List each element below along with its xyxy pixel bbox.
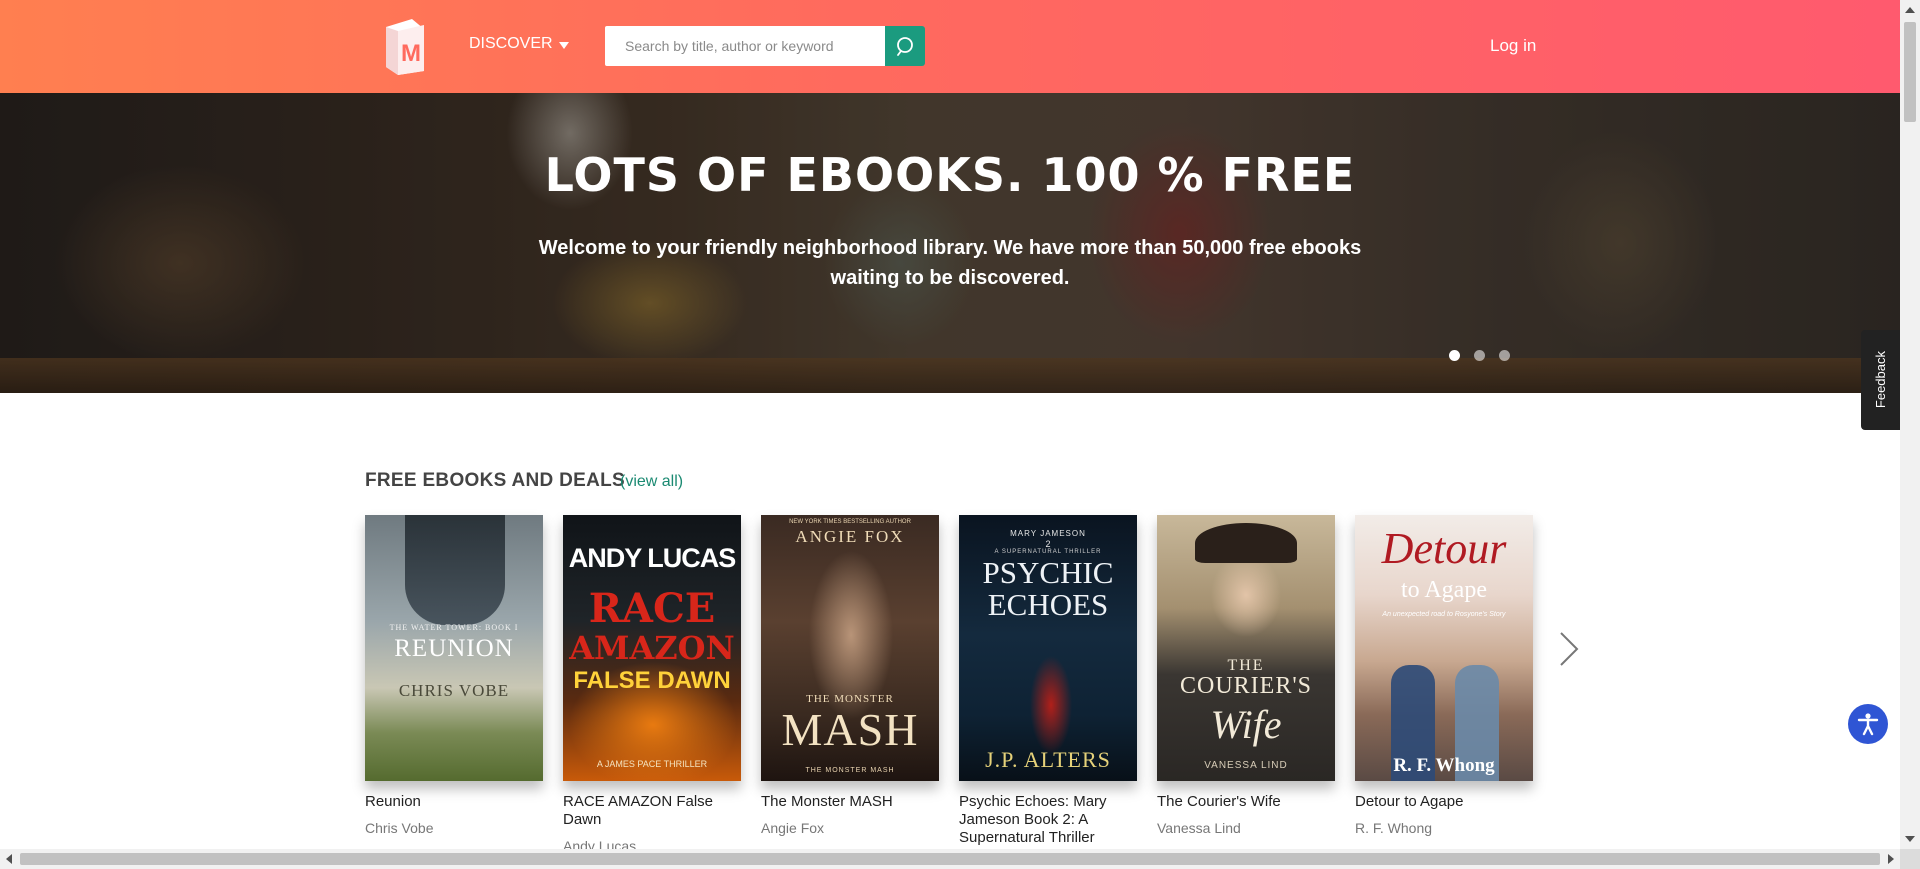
cover-title-line2: Wife [1210, 702, 1282, 747]
section-title: FREE EBOOKS AND DEALS [365, 470, 626, 491]
cover-title-line1: COURIER'S [1179, 673, 1312, 699]
scroll-left-icon[interactable] [6, 854, 12, 864]
cover-title-line2: to Agape [1401, 577, 1487, 603]
book-card: NEW YORK TIMES BESTSELLING AUTHOR ANGIE … [761, 515, 939, 836]
discover-menu[interactable]: DISCOVER [469, 35, 569, 53]
cover-top: NEW YORK TIMES BESTSELLING AUTHOR [789, 519, 911, 525]
scroll-down-icon[interactable] [1905, 836, 1915, 842]
cover-series: THE WATER TOWER: BOOK I [389, 623, 519, 632]
accessibility-icon [1857, 713, 1879, 736]
cover-title-line2: ECHOES [987, 587, 1109, 622]
cover-author: J.P. ALTERS [985, 747, 1111, 772]
top-header: M DISCOVER Log in [0, 0, 1900, 93]
logo-icon[interactable]: M [378, 15, 428, 77]
cover-tagline: A JAMES PACE THRILLER [596, 759, 708, 769]
cover-title-line1: RACE [588, 585, 716, 632]
feedback-label: Feedback [1873, 351, 1888, 409]
book-author[interactable]: R. F. Whong [1355, 820, 1533, 836]
book-cover[interactable]: THE WATER TOWER: BOOK I REUNION CHRIS VO… [365, 515, 543, 781]
cover-title: REUNION [394, 635, 514, 662]
book-cover[interactable]: ANDY LUCAS RACE AMAZON FALSE DAWN A JAME… [563, 515, 741, 781]
book-author[interactable]: Chris Vobe [365, 820, 543, 836]
view-all-link[interactable]: (view all) [620, 473, 683, 491]
carousel-dots [1449, 350, 1510, 361]
cover-author: CHRIS VOBE [398, 681, 510, 700]
book-title[interactable]: RACE AMAZON False Dawn [563, 793, 741, 829]
cover-bottom: THE MONSTER MASH [805, 767, 895, 774]
book-author[interactable]: Vanessa Lind [1157, 820, 1335, 836]
cover-author: ANGIE FOX [795, 527, 905, 546]
book-title[interactable]: Detour to Agape [1355, 793, 1533, 811]
book-card: Detour to Agape An unexpected road to Ro… [1355, 515, 1533, 836]
book-title[interactable]: The Courier's Wife [1157, 793, 1335, 811]
carousel-dot-3[interactable] [1499, 350, 1510, 361]
cover-title: MASH [781, 704, 919, 755]
hero-subtitle: Welcome to your friendly neighborhood li… [538, 237, 1362, 289]
search-button[interactable] [885, 26, 925, 66]
book-title[interactable]: Psychic Echoes: Mary Jameson Book 2: A S… [959, 793, 1137, 847]
discover-label: DISCOVER [469, 35, 553, 52]
cover-title-line3: FALSE DAWN [573, 667, 731, 694]
cover-title-line1: Detour [1381, 524, 1507, 573]
book-cover[interactable]: THE COURIER'S Wife VANESSA LIND [1157, 515, 1335, 781]
book-author[interactable]: Angie Fox [761, 820, 939, 836]
login-link[interactable]: Log in [1490, 36, 1536, 56]
vertical-scrollbar[interactable] [1900, 0, 1920, 849]
book-cover[interactable]: NEW YORK TIMES BESTSELLING AUTHOR ANGIE … [761, 515, 939, 781]
book-cover[interactable]: Detour to Agape An unexpected road to Ro… [1355, 515, 1533, 781]
book-cover[interactable]: MARY JAMESON 2 A SUPERNATURAL THRILLER P… [959, 515, 1137, 781]
hero-shelf-decoration [0, 358, 1900, 393]
horizontal-scrollbar[interactable] [0, 849, 1900, 869]
chevron-right-icon[interactable] [1555, 631, 1581, 667]
search-icon [897, 37, 913, 56]
scrollbar-corner [1900, 849, 1920, 869]
search-input[interactable] [605, 26, 885, 66]
cover-title-line2: AMAZON [569, 629, 735, 667]
book-card: ANDY LUCAS RACE AMAZON FALSE DAWN A JAME… [563, 515, 741, 854]
book-title[interactable]: Reunion [365, 793, 543, 811]
cover-author: R. F. Whong [1393, 755, 1495, 776]
scroll-up-icon[interactable] [1905, 7, 1915, 13]
book-title[interactable]: The Monster MASH [761, 793, 939, 811]
cover-author: VANESSA LIND [1204, 760, 1288, 771]
search-bar [605, 26, 925, 66]
feedback-tab[interactable]: Feedback [1861, 330, 1900, 430]
carousel-dot-2[interactable] [1474, 350, 1485, 361]
logo-letter: M [401, 40, 421, 67]
cover-number: 2 [1045, 539, 1051, 549]
accessibility-button[interactable] [1848, 704, 1888, 744]
book-card: THE COURIER'S Wife VANESSA LIND The Cour… [1157, 515, 1335, 836]
book-card: MARY JAMESON 2 A SUPERNATURAL THRILLER P… [959, 515, 1137, 856]
vertical-scroll-thumb[interactable] [1904, 22, 1916, 122]
carousel-dot-1[interactable] [1449, 350, 1460, 361]
hero-banner: LOTS OF EBOOKS. 100 % FREE Welcome to yo… [0, 93, 1900, 393]
cover-author: ANDY LUCAS [568, 543, 737, 573]
book-card: THE WATER TOWER: BOOK I REUNION CHRIS VO… [365, 515, 543, 836]
hero-title: LOTS OF EBOOKS. 100 % FREE [544, 148, 1356, 202]
cover-subtitle: An unexpected road to Rosyone's Story [1382, 611, 1506, 618]
cover-top: MARY JAMESON [1010, 529, 1086, 538]
horizontal-scroll-thumb[interactable] [20, 853, 1880, 865]
caret-down-icon [558, 41, 569, 49]
cover-title-line1: PSYCHIC [982, 555, 1114, 590]
scroll-right-icon[interactable] [1888, 854, 1894, 864]
